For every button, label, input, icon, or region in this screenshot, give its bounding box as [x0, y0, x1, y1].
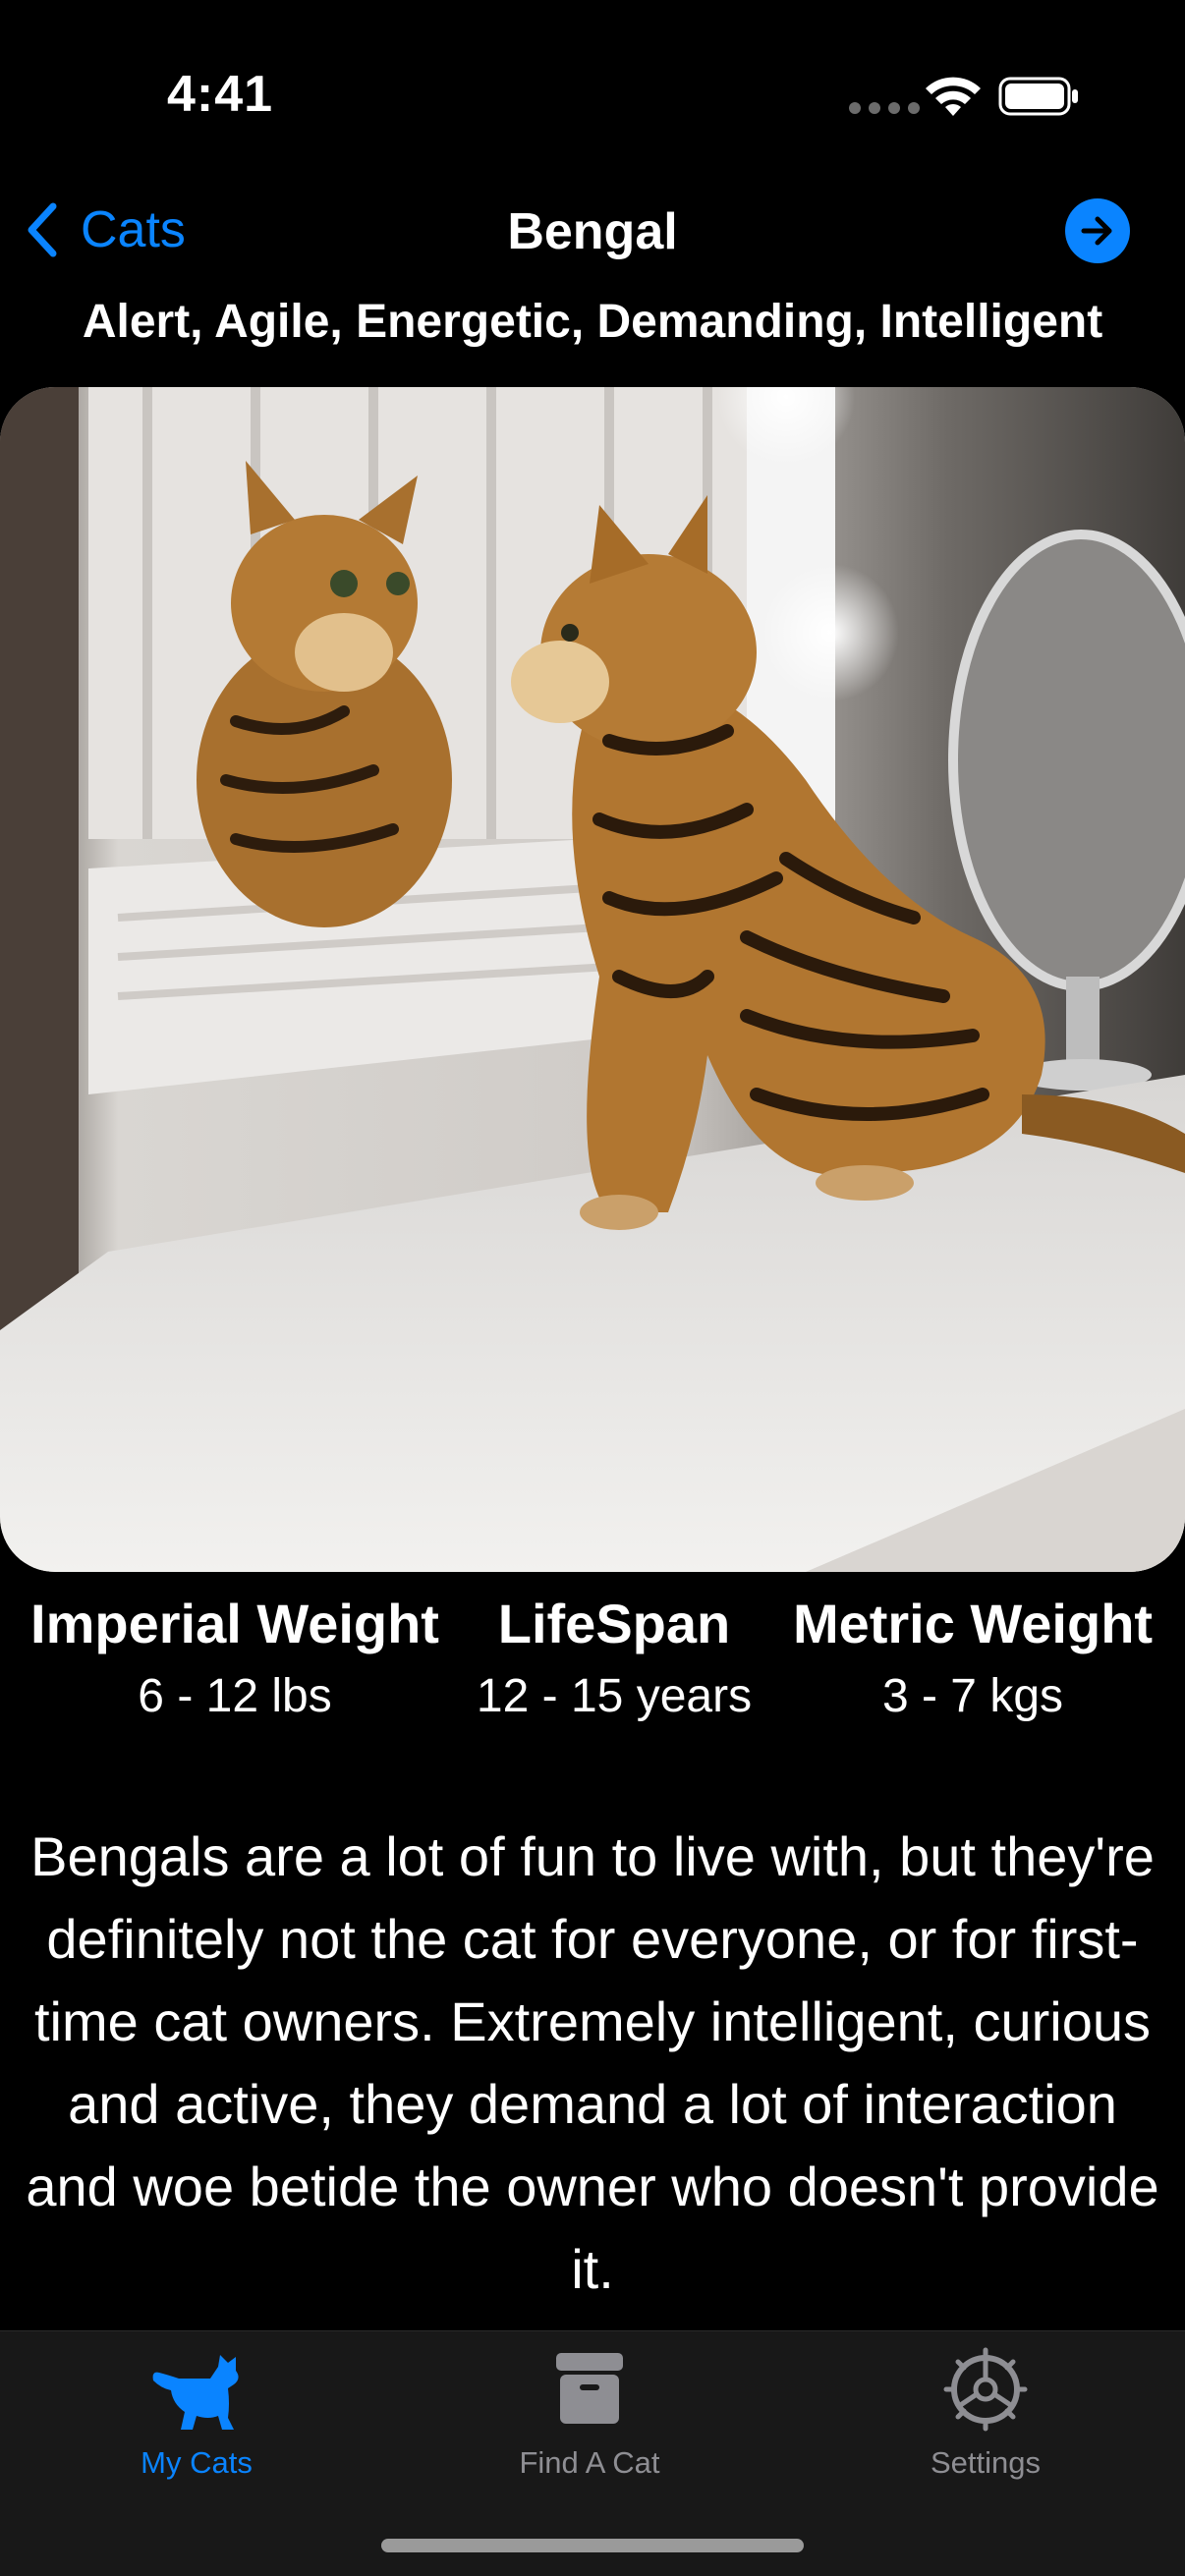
arrow-right-icon: [1081, 216, 1112, 246]
lifespan-value: 12 - 15 years: [476, 1670, 753, 1722]
cat-icon: [152, 2355, 239, 2430]
tab-label: My Cats: [141, 2445, 253, 2480]
gear-icon: [943, 2347, 1028, 2432]
imperial-weight-stat: Imperial Weight 6 - 12 lbs: [24, 1592, 446, 1723]
breed-stats: Imperial Weight 6 - 12 lbs LifeSpan 12 -…: [0, 1592, 1185, 1749]
status-bar: 4:41: [0, 0, 1185, 187]
archive-box-icon: [556, 2353, 623, 2424]
breed-photo: [0, 387, 1185, 1572]
navigation-bar: Cats Bengal: [0, 187, 1185, 285]
metric-weight-value: 3 - 7 kgs: [881, 1670, 1064, 1722]
wifi-icon: [926, 77, 981, 116]
lifespan-stat: LifeSpan 12 - 15 years: [462, 1592, 766, 1723]
cellular-signal-icon: [849, 102, 920, 114]
next-button[interactable]: [1065, 198, 1130, 263]
metric-weight-label: Metric Weight: [792, 1593, 1154, 1654]
status-time: 4:41: [167, 66, 274, 123]
tab-label: Find A Cat: [519, 2445, 660, 2480]
tab-label: Settings: [930, 2445, 1041, 2480]
tab-my-cats[interactable]: My Cats: [49, 2345, 344, 2481]
battery-icon: [998, 77, 1078, 116]
temperament-text: Alert, Agile, Energetic, Demanding, Inte…: [82, 296, 1103, 348]
metric-weight-stat: Metric Weight 3 - 7 kgs: [776, 1592, 1169, 1723]
imperial-weight-label: Imperial Weight: [30, 1593, 439, 1654]
tab-settings[interactable]: Settings: [838, 2345, 1133, 2481]
tab-find-a-cat[interactable]: Find A Cat: [442, 2345, 737, 2481]
lifespan-label: LifeSpan: [497, 1593, 731, 1654]
home-indicator[interactable]: [381, 2539, 804, 2552]
breed-description: Bengals are a lot of fun to live with, b…: [26, 1825, 1159, 2300]
page-title: Bengal: [507, 203, 678, 260]
imperial-weight-value: 6 - 12 lbs: [138, 1670, 332, 1722]
